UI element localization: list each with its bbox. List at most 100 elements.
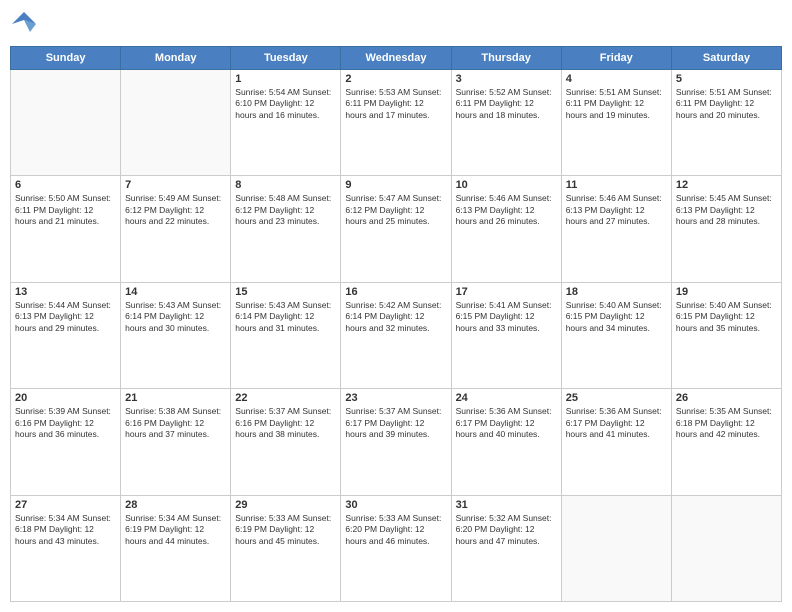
calendar-cell: 26 Sunrise: 5:35 AM Sunset: 6:18 PM Dayli… xyxy=(671,389,781,495)
day-info: Sunrise: 5:54 AM Sunset: 6:10 PM Dayligh… xyxy=(235,87,336,121)
calendar-cell: 30 Sunrise: 5:33 AM Sunset: 6:20 PM Dayli… xyxy=(341,495,451,601)
day-info: Sunrise: 5:50 AM Sunset: 6:11 PM Dayligh… xyxy=(15,193,116,227)
day-number: 6 xyxy=(15,179,116,191)
day-info: Sunrise: 5:36 AM Sunset: 6:17 PM Dayligh… xyxy=(566,406,667,440)
logo-icon xyxy=(10,10,38,38)
day-info: Sunrise: 5:44 AM Sunset: 6:13 PM Dayligh… xyxy=(15,300,116,334)
calendar-cell: 25 Sunrise: 5:36 AM Sunset: 6:17 PM Dayli… xyxy=(561,389,671,495)
day-number: 27 xyxy=(15,499,116,511)
day-info: Sunrise: 5:40 AM Sunset: 6:15 PM Dayligh… xyxy=(676,300,777,334)
day-info: Sunrise: 5:33 AM Sunset: 6:20 PM Dayligh… xyxy=(345,513,446,547)
calendar-cell: 14 Sunrise: 5:43 AM Sunset: 6:14 PM Dayli… xyxy=(121,282,231,388)
calendar-cell: 28 Sunrise: 5:34 AM Sunset: 6:19 PM Dayli… xyxy=(121,495,231,601)
day-number: 31 xyxy=(456,499,557,511)
calendar-cell: 22 Sunrise: 5:37 AM Sunset: 6:16 PM Dayli… xyxy=(231,389,341,495)
calendar-cell: 6 Sunrise: 5:50 AM Sunset: 6:11 PM Daylig… xyxy=(11,176,121,282)
day-info: Sunrise: 5:49 AM Sunset: 6:12 PM Dayligh… xyxy=(125,193,226,227)
calendar-cell: 5Sunrise: 5:51 AM Sunset: 6:11 PM Daylig… xyxy=(671,70,781,176)
calendar-cell: 17 Sunrise: 5:41 AM Sunset: 6:15 PM Dayli… xyxy=(451,282,561,388)
calendar-table: SundayMondayTuesdayWednesdayThursdayFrid… xyxy=(10,46,782,602)
day-info: Sunrise: 5:36 AM Sunset: 6:17 PM Dayligh… xyxy=(456,406,557,440)
day-info: Sunrise: 5:37 AM Sunset: 6:16 PM Dayligh… xyxy=(235,406,336,440)
calendar-cell: 19 Sunrise: 5:40 AM Sunset: 6:15 PM Dayli… xyxy=(671,282,781,388)
day-header-friday: Friday xyxy=(561,47,671,70)
day-info: Sunrise: 5:48 AM Sunset: 6:12 PM Dayligh… xyxy=(235,193,336,227)
calendar-cell: 4 Sunrise: 5:51 AM Sunset: 6:11 PM Daylig… xyxy=(561,70,671,176)
day-info: Sunrise: 5:40 AM Sunset: 6:15 PM Dayligh… xyxy=(566,300,667,334)
day-info: Sunrise: 5:43 AM Sunset: 6:14 PM Dayligh… xyxy=(235,300,336,334)
day-info: Sunrise: 5:39 AM Sunset: 6:16 PM Dayligh… xyxy=(15,406,116,440)
calendar-week-2: 6 Sunrise: 5:50 AM Sunset: 6:11 PM Daylig… xyxy=(11,176,782,282)
day-number: 13 xyxy=(15,286,116,298)
calendar-cell xyxy=(671,495,781,601)
day-header-wednesday: Wednesday xyxy=(341,47,451,70)
day-number: 25 xyxy=(566,392,667,404)
calendar-cell: 16Sunrise: 5:42 AM Sunset: 6:14 PM Dayli… xyxy=(341,282,451,388)
calendar-cell: 12 Sunrise: 5:45 AM Sunset: 6:13 PM Dayli… xyxy=(671,176,781,282)
calendar-cell: 24 Sunrise: 5:36 AM Sunset: 6:17 PM Dayli… xyxy=(451,389,561,495)
day-info: Sunrise: 5:32 AM Sunset: 6:20 PM Dayligh… xyxy=(456,513,557,547)
calendar-cell: 18 Sunrise: 5:40 AM Sunset: 6:15 PM Dayli… xyxy=(561,282,671,388)
calendar-cell: 8 Sunrise: 5:48 AM Sunset: 6:12 PM Daylig… xyxy=(231,176,341,282)
calendar-cell: 3 Sunrise: 5:52 AM Sunset: 6:11 PM Daylig… xyxy=(451,70,561,176)
page: SundayMondayTuesdayWednesdayThursdayFrid… xyxy=(0,0,792,612)
day-number: 30 xyxy=(345,499,446,511)
calendar-cell: 9 Sunrise: 5:47 AM Sunset: 6:12 PM Daylig… xyxy=(341,176,451,282)
day-number: 28 xyxy=(125,499,226,511)
calendar-header-row: SundayMondayTuesdayWednesdayThursdayFrid… xyxy=(11,47,782,70)
day-header-monday: Monday xyxy=(121,47,231,70)
day-info: Sunrise: 5:51 AM Sunset: 6:11 PM Dayligh… xyxy=(676,87,777,121)
day-number: 14 xyxy=(125,286,226,298)
calendar-cell: 15 Sunrise: 5:43 AM Sunset: 6:14 PM Dayli… xyxy=(231,282,341,388)
calendar-cell: 21 Sunrise: 5:38 AM Sunset: 6:16 PM Dayli… xyxy=(121,389,231,495)
day-number: 9 xyxy=(345,179,446,191)
day-number: 20 xyxy=(15,392,116,404)
day-info: Sunrise: 5:34 AM Sunset: 6:19 PM Dayligh… xyxy=(125,513,226,547)
day-number: 10 xyxy=(456,179,557,191)
calendar-cell xyxy=(561,495,671,601)
day-info: Sunrise: 5:37 AM Sunset: 6:17 PM Dayligh… xyxy=(345,406,446,440)
day-number: 24 xyxy=(456,392,557,404)
day-number: 7 xyxy=(125,179,226,191)
day-info: Sunrise: 5:46 AM Sunset: 6:13 PM Dayligh… xyxy=(456,193,557,227)
day-info: Sunrise: 5:52 AM Sunset: 6:11 PM Dayligh… xyxy=(456,87,557,121)
calendar-week-3: 13 Sunrise: 5:44 AM Sunset: 6:13 PM Dayli… xyxy=(11,282,782,388)
day-info: Sunrise: 5:46 AM Sunset: 6:13 PM Dayligh… xyxy=(566,193,667,227)
day-number: 19 xyxy=(676,286,777,298)
day-info: Sunrise: 5:45 AM Sunset: 6:13 PM Dayligh… xyxy=(676,193,777,227)
day-number: 22 xyxy=(235,392,336,404)
day-number: 29 xyxy=(235,499,336,511)
calendar-week-5: 27Sunrise: 5:34 AM Sunset: 6:18 PM Dayli… xyxy=(11,495,782,601)
day-number: 8 xyxy=(235,179,336,191)
calendar-cell: 20 Sunrise: 5:39 AM Sunset: 6:16 PM Dayli… xyxy=(11,389,121,495)
day-info: Sunrise: 5:51 AM Sunset: 6:11 PM Dayligh… xyxy=(566,87,667,121)
day-header-thursday: Thursday xyxy=(451,47,561,70)
calendar-week-1: 1Sunrise: 5:54 AM Sunset: 6:10 PM Daylig… xyxy=(11,70,782,176)
calendar-cell: 2Sunrise: 5:53 AM Sunset: 6:11 PM Daylig… xyxy=(341,70,451,176)
day-number: 23 xyxy=(345,392,446,404)
calendar-cell: 13 Sunrise: 5:44 AM Sunset: 6:13 PM Dayli… xyxy=(11,282,121,388)
calendar-cell xyxy=(11,70,121,176)
day-number: 4 xyxy=(566,73,667,85)
calendar-cell xyxy=(121,70,231,176)
day-number: 21 xyxy=(125,392,226,404)
day-info: Sunrise: 5:41 AM Sunset: 6:15 PM Dayligh… xyxy=(456,300,557,334)
day-header-saturday: Saturday xyxy=(671,47,781,70)
day-info: Sunrise: 5:38 AM Sunset: 6:16 PM Dayligh… xyxy=(125,406,226,440)
day-number: 17 xyxy=(456,286,557,298)
logo xyxy=(10,10,42,38)
calendar-week-4: 20 Sunrise: 5:39 AM Sunset: 6:16 PM Dayli… xyxy=(11,389,782,495)
day-number: 15 xyxy=(235,286,336,298)
day-number: 26 xyxy=(676,392,777,404)
day-number: 12 xyxy=(676,179,777,191)
day-info: Sunrise: 5:43 AM Sunset: 6:14 PM Dayligh… xyxy=(125,300,226,334)
day-header-tuesday: Tuesday xyxy=(231,47,341,70)
day-number: 18 xyxy=(566,286,667,298)
day-number: 3 xyxy=(456,73,557,85)
day-number: 16 xyxy=(345,286,446,298)
calendar-cell: 7 Sunrise: 5:49 AM Sunset: 6:12 PM Daylig… xyxy=(121,176,231,282)
day-info: Sunrise: 5:35 AM Sunset: 6:18 PM Dayligh… xyxy=(676,406,777,440)
calendar-cell: 29Sunrise: 5:33 AM Sunset: 6:19 PM Dayli… xyxy=(231,495,341,601)
day-info: Sunrise: 5:53 AM Sunset: 6:11 PM Dayligh… xyxy=(345,87,446,121)
day-info: Sunrise: 5:47 AM Sunset: 6:12 PM Dayligh… xyxy=(345,193,446,227)
